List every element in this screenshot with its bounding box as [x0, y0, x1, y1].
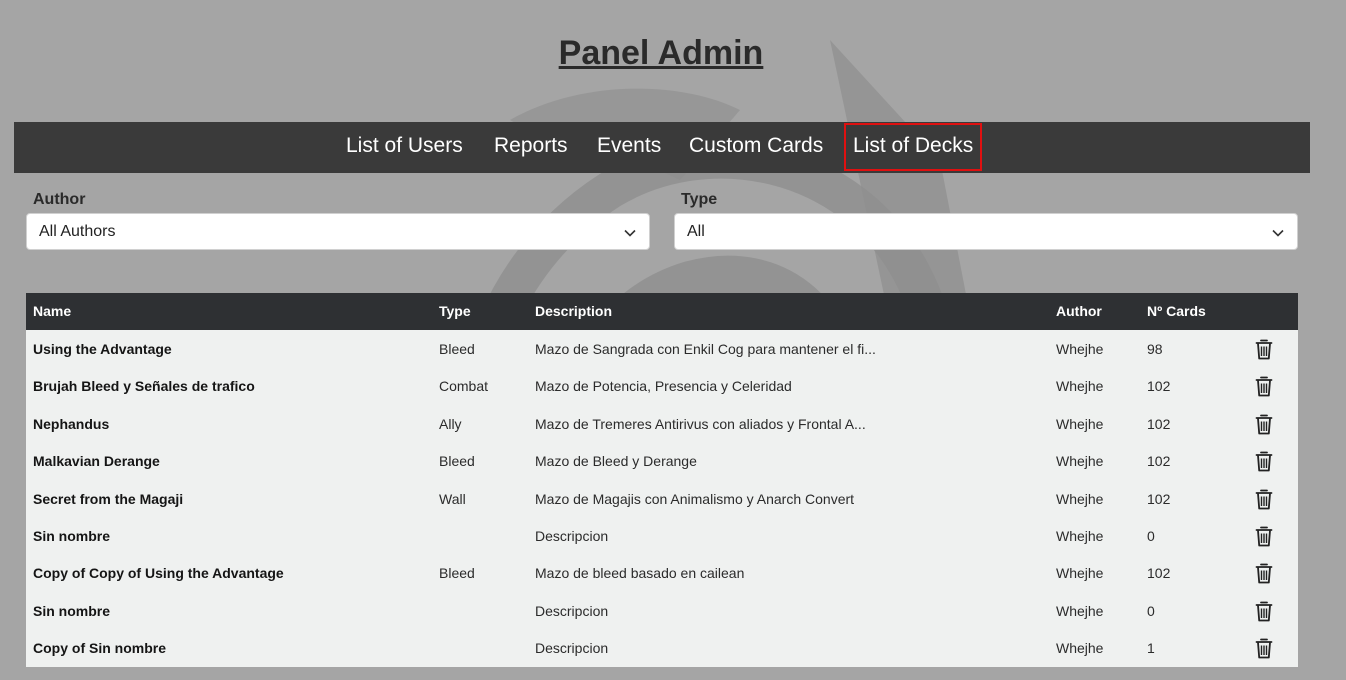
trash-icon[interactable]: [1255, 526, 1273, 547]
deck-name[interactable]: Nephandus: [33, 405, 109, 443]
type-filter-label: Type: [681, 191, 718, 208]
deck-name[interactable]: Brujah Bleed y Señales de trafico: [33, 367, 255, 405]
trash-icon[interactable]: [1255, 563, 1273, 584]
deck-card-count: 102: [1147, 415, 1171, 432]
chevron-down-icon: [1272, 229, 1284, 237]
type-select[interactable]: All: [674, 213, 1298, 250]
deck-author: Whejhe: [1056, 602, 1104, 619]
trash-icon[interactable]: [1255, 339, 1273, 360]
nav-custom-cards[interactable]: Custom Cards: [689, 122, 823, 173]
deck-name[interactable]: Copy of Sin nombre: [33, 629, 166, 667]
deck-name[interactable]: Copy of Copy of Using the Advantage: [33, 554, 284, 592]
table-row[interactable]: Secret from the Magaji Wall Mazo de Maga…: [26, 479, 1298, 518]
deck-description: Descripcion: [535, 640, 609, 657]
column-header-type[interactable]: Type: [439, 293, 471, 330]
deck-card-count: 98: [1147, 341, 1163, 357]
deck-description: Descripcion: [535, 602, 609, 619]
decks-table: Name Type Description Author Nº Cards Us…: [26, 293, 1298, 667]
trash-icon[interactable]: [1255, 376, 1273, 397]
trash-icon[interactable]: [1255, 451, 1273, 472]
deck-card-count: 102: [1147, 378, 1171, 395]
deck-description: Mazo de Sangrada con Enkil Cog para mant…: [535, 341, 876, 357]
type-select-value: All: [687, 223, 705, 240]
deck-type: Ally: [439, 415, 462, 432]
table-row[interactable]: Copy of Sin nombre Descripcion Whejhe 1: [26, 629, 1298, 667]
trash-icon[interactable]: [1255, 489, 1273, 510]
deck-name[interactable]: Using the Advantage: [33, 330, 172, 368]
column-header-author[interactable]: Author: [1056, 293, 1102, 330]
author-select[interactable]: All Authors: [26, 213, 650, 250]
deck-author: Whejhe: [1056, 490, 1104, 507]
trash-icon[interactable]: [1255, 414, 1273, 435]
deck-description: Mazo de Bleed y Derange: [535, 453, 697, 470]
deck-type: Combat: [439, 378, 489, 395]
deck-description: Mazo de Potencia, Presencia y Celeridad: [535, 378, 792, 395]
trash-icon[interactable]: [1255, 601, 1273, 622]
table-body: Using the Advantage Bleed Mazo de Sangra…: [26, 330, 1298, 667]
deck-description: Mazo de bleed basado en cailean: [535, 565, 745, 582]
table-row[interactable]: Brujah Bleed y Señales de trafico Combat…: [26, 367, 1298, 405]
deck-card-count: 102: [1147, 565, 1171, 582]
table-row[interactable]: Using the Advantage Bleed Mazo de Sangra…: [26, 330, 1298, 368]
nav-reports[interactable]: Reports: [494, 122, 568, 173]
deck-description: Descripcion: [535, 527, 609, 544]
author-select-value: All Authors: [39, 223, 116, 240]
table-row[interactable]: Sin nombre Descripcion Whejhe 0: [26, 591, 1298, 630]
deck-card-count: 0: [1147, 527, 1155, 544]
deck-card-count: 102: [1147, 490, 1171, 507]
deck-author: Whejhe: [1056, 565, 1104, 582]
deck-card-count: 1: [1147, 640, 1155, 657]
deck-card-count: 102: [1147, 453, 1171, 470]
deck-type: Bleed: [439, 565, 475, 582]
table-row[interactable]: Copy of Copy of Using the Advantage Blee…: [26, 554, 1298, 592]
deck-author: Whejhe: [1056, 341, 1104, 357]
author-filter-label: Author: [33, 191, 86, 208]
nav-list-of-decks[interactable]: List of Decks: [843, 123, 983, 171]
deck-author: Whejhe: [1056, 378, 1104, 395]
deck-author: Whejhe: [1056, 415, 1104, 432]
deck-type: Wall: [439, 490, 466, 507]
deck-description: Mazo de Magajis con Animalismo y Anarch …: [535, 490, 855, 507]
deck-name[interactable]: Sin nombre: [33, 592, 110, 630]
column-header-cards[interactable]: Nº Cards: [1147, 293, 1206, 330]
chevron-down-icon: [624, 229, 636, 237]
page-title: Panel Admin: [558, 34, 764, 72]
deck-name[interactable]: Secret from the Magaji: [33, 480, 183, 518]
table-row[interactable]: Sin nombre Descripcion Whejhe 0: [26, 516, 1298, 555]
deck-name[interactable]: Malkavian Derange: [33, 442, 160, 480]
deck-type: Bleed: [439, 341, 475, 357]
nav-list-of-users[interactable]: List of Users: [346, 122, 463, 173]
deck-type: Bleed: [439, 453, 475, 470]
table-header: Name Type Description Author Nº Cards: [26, 293, 1298, 330]
deck-author: Whejhe: [1056, 640, 1104, 657]
deck-description: Mazo de Tremeres Antirivus con aliados y…: [535, 415, 866, 432]
column-header-name[interactable]: Name: [33, 293, 71, 330]
nav-events[interactable]: Events: [597, 122, 661, 173]
column-header-description[interactable]: Description: [535, 293, 612, 330]
deck-name[interactable]: Sin nombre: [33, 517, 110, 555]
table-row[interactable]: Malkavian Derange Bleed Mazo de Bleed y …: [26, 442, 1298, 480]
deck-author: Whejhe: [1056, 453, 1104, 470]
deck-card-count: 0: [1147, 602, 1155, 619]
table-row[interactable]: Nephandus Ally Mazo de Tremeres Antirivu…: [26, 404, 1298, 443]
admin-navbar: List of Users Reports Events Custom Card…: [14, 122, 1310, 173]
deck-author: Whejhe: [1056, 527, 1104, 544]
